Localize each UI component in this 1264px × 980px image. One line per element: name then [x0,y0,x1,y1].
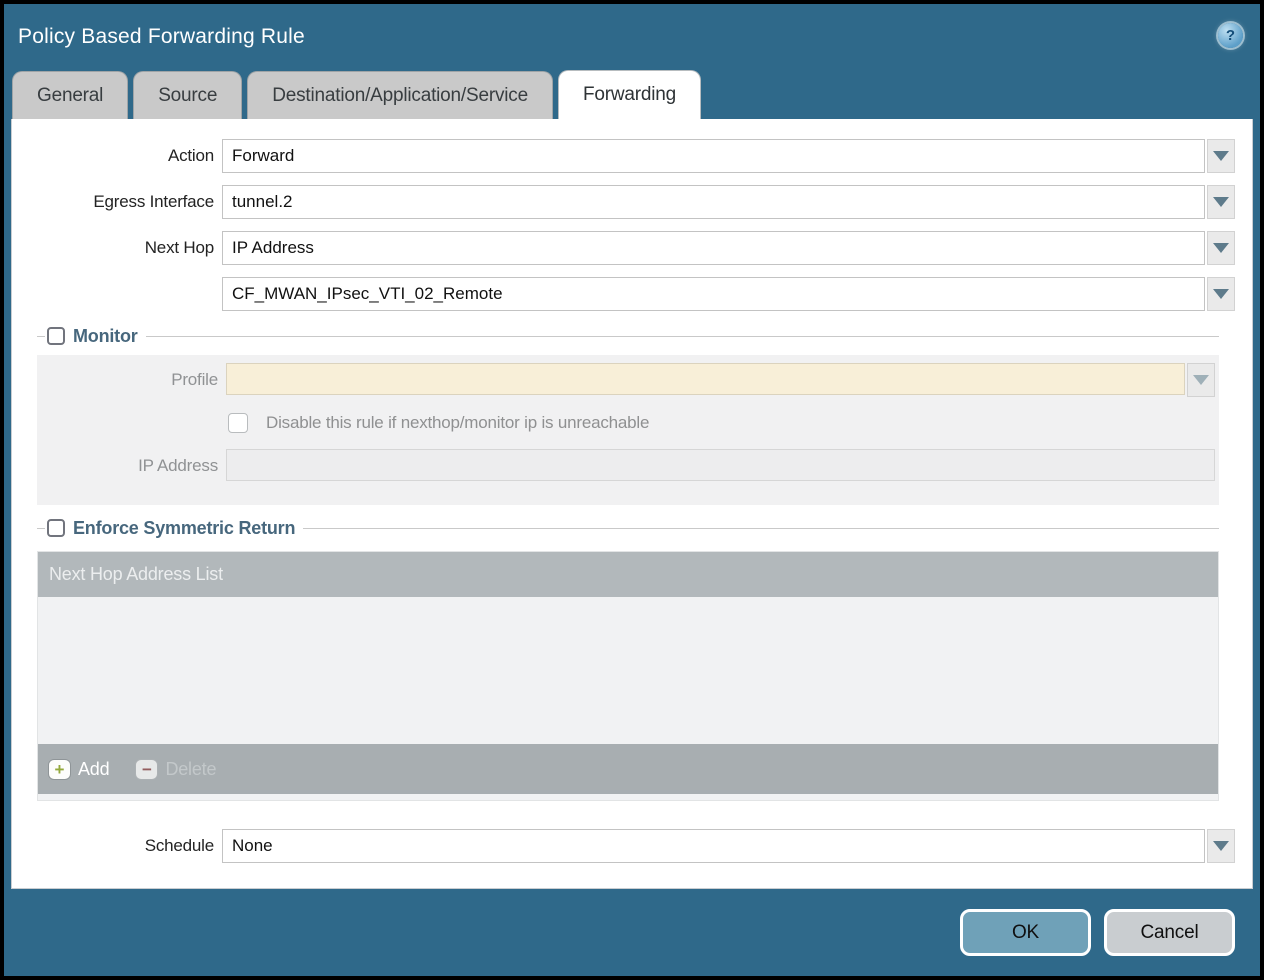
dialog-footer: OK Cancel [4,889,1260,976]
monitor-legend: Monitor [73,326,138,347]
action-input[interactable] [222,139,1205,173]
next-hop-address-input[interactable] [222,277,1205,311]
schedule-row: Schedule [12,829,1235,863]
schedule-label: Schedule [12,836,214,856]
delete-button-label: Delete [165,759,216,780]
profile-dropdown-button [1187,363,1215,397]
help-icon[interactable]: ? [1218,23,1243,48]
monitor-section-body: Profile Disable this rule if nexthop/mon… [37,355,1219,505]
next-hop-address-list-column-header[interactable]: Next Hop Address List [38,552,1218,597]
symmetric-return-section: Enforce Symmetric Return Next Hop Addres… [37,515,1219,801]
monitor-checkbox[interactable] [47,327,65,345]
disable-rule-checkbox [228,413,248,433]
dialog-title: Policy Based Forwarding Rule [18,25,305,49]
next-hop-label: Next Hop [12,238,214,258]
tab-source[interactable]: Source [133,71,242,119]
tab-bar: General Source Destination/Application/S… [4,70,1260,119]
delete-button: − Delete [135,759,216,780]
profile-label: Profile [37,370,218,390]
monitor-section-header: Monitor [37,323,1219,349]
table-toolbar: + Add − Delete [38,744,1218,794]
ok-button[interactable]: OK [960,909,1091,956]
symmetric-return-header: Enforce Symmetric Return [37,515,1219,541]
next-hop-address-list-body[interactable] [38,597,1218,744]
fieldset-border-right [146,336,1219,337]
egress-interface-row: Egress Interface [12,185,1235,219]
fieldset-border-left [37,336,45,337]
help-glyph: ? [1226,27,1235,44]
tab-destination-application-service[interactable]: Destination/Application/Service [247,71,553,119]
action-dropdown-button[interactable] [1207,139,1235,173]
monitor-section: Monitor Profile [37,323,1219,505]
monitor-ip-row: IP Address [37,449,1215,483]
dialog-titlebar: Policy Based Forwarding Rule ? [4,4,1260,70]
action-label: Action [12,146,214,166]
tab-general[interactable]: General [12,71,128,119]
next-hop-address-row [12,277,1235,311]
schedule-dropdown-button[interactable] [1207,829,1235,863]
egress-interface-label: Egress Interface [12,192,214,212]
disable-rule-label: Disable this rule if nexthop/monitor ip … [266,413,649,433]
next-hop-type-input[interactable] [222,231,1205,265]
monitor-ip-input [226,449,1215,481]
next-hop-type-dropdown-button[interactable] [1207,231,1235,265]
profile-input [226,363,1185,395]
egress-interface-input[interactable] [222,185,1205,219]
plus-icon: + [48,759,71,780]
symmetric-return-checkbox[interactable] [47,519,65,537]
add-button[interactable]: + Add [48,759,109,780]
forwarding-tab-panel: Action Egress Interface [11,119,1253,889]
symmetric-return-legend: Enforce Symmetric Return [73,518,295,539]
table-bottom-strip [38,794,1218,800]
fieldset-border-left [37,528,45,529]
pbf-rule-dialog: Policy Based Forwarding Rule ? General S… [4,4,1260,976]
cancel-button[interactable]: Cancel [1104,909,1235,956]
next-hop-address-list-table: Next Hop Address List + Add − Delete [37,551,1219,801]
monitor-ip-label: IP Address [37,456,218,476]
action-row: Action [12,139,1235,173]
screen-frame: Policy Based Forwarding Rule ? General S… [0,0,1264,980]
profile-row: Profile [37,363,1215,397]
egress-interface-dropdown-button[interactable] [1207,185,1235,219]
add-button-label: Add [78,759,109,780]
next-hop-address-dropdown-button[interactable] [1207,277,1235,311]
disable-rule-row: Disable this rule if nexthop/monitor ip … [226,408,1215,438]
tab-forwarding[interactable]: Forwarding [558,70,701,119]
schedule-input[interactable] [222,829,1205,863]
next-hop-row: Next Hop [12,231,1235,265]
fieldset-border-right [303,528,1219,529]
minus-icon: − [135,759,158,780]
